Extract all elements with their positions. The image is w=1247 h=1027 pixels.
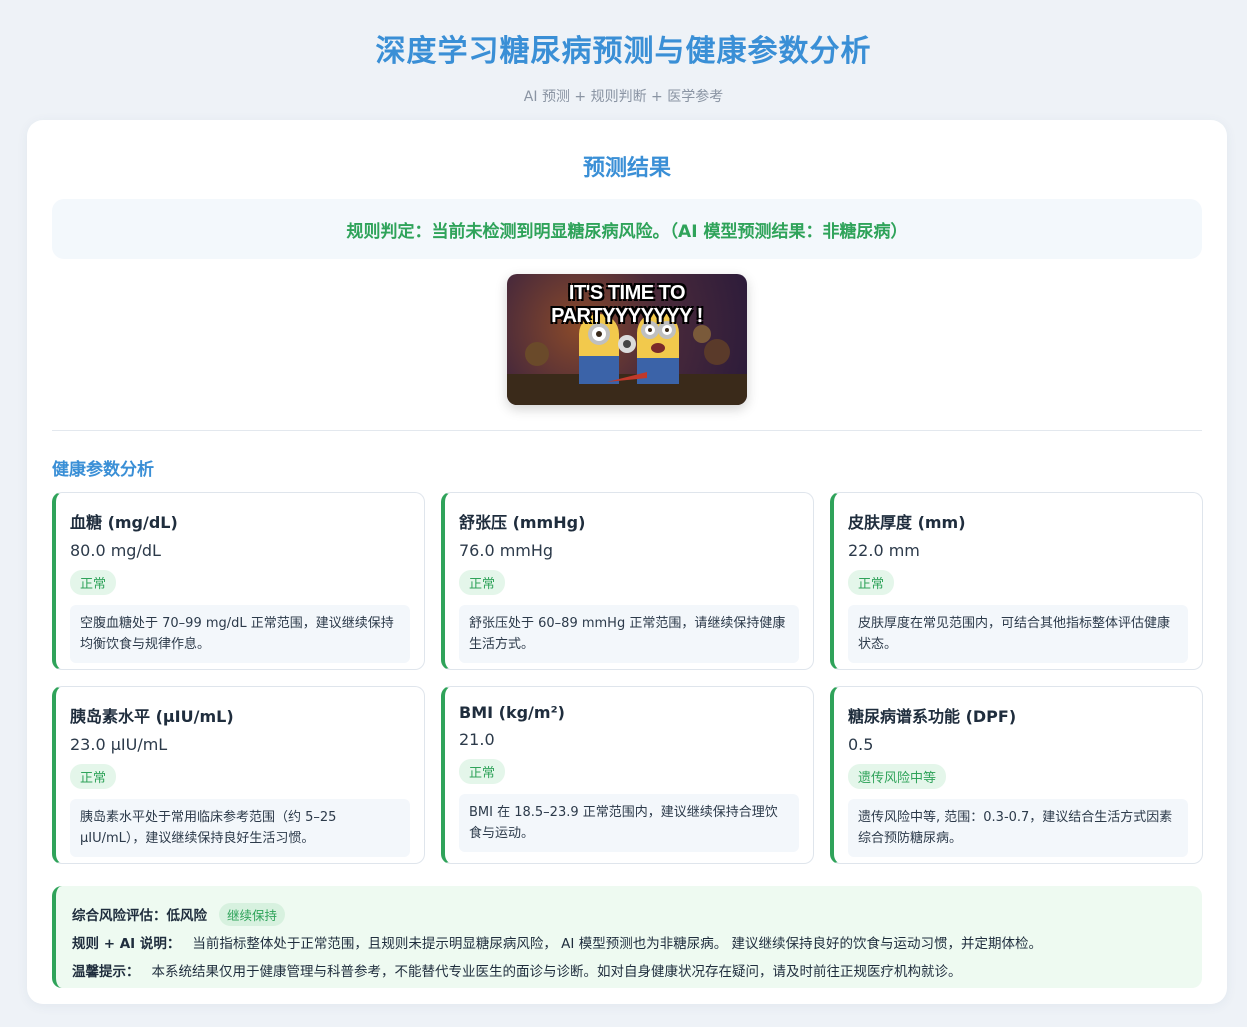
param-name: 胰岛素水平 (µIU/mL) (70, 707, 234, 726)
result-card: 预测结果 规则判定：当前未检测到明显糖尿病风险。（AI 模型预测结果：非糖尿病） (27, 120, 1227, 1004)
param-note: 胰岛素水平处于常用临床参考范围（约 5–25 µIU/mL），建议继续保持良好生… (70, 799, 410, 857)
party-meme-image: IT'S TIME TO PARTYYYYYYY ! (507, 274, 747, 405)
risk-badge: 继续保持 (219, 902, 286, 926)
param-name: 皮肤厚度 (mm) (848, 513, 966, 532)
param-name: 舒张压 (mmHg) (459, 513, 586, 532)
param-value: 23.0 µIU/mL (70, 735, 168, 754)
prediction-verdict: 规则判定：当前未检测到明显糖尿病风险。（AI 模型预测结果：非糖尿病） (52, 199, 1202, 259)
param-note: BMI 在 18.5–23.9 正常范围内，建议继续保持合理饮食与运动。 (459, 794, 799, 852)
param-note: 遗传风险中等, 范围：0.3-0.7，建议结合生活方式因素综合预防糖尿病。 (848, 799, 1188, 857)
tip-row: 温馨提示： 本系统结果仅用于健康管理与科普参考，不能替代专业医生的面诊与诊断。如… (72, 956, 1202, 984)
param-note: 舒张压处于 60–89 mmHg 正常范围，请继续保持健康生活方式。 (459, 605, 799, 663)
param-value: 0.5 (848, 735, 874, 754)
status-badge: 遗传风险中等 (848, 764, 947, 789)
status-badge: 正常 (459, 570, 506, 595)
status-badge: 正常 (70, 570, 117, 595)
param-card-dpf: 糖尿病谱系功能 (DPF) 0.5 遗传风险中等 遗传风险中等, 范围：0.3-… (830, 686, 1203, 864)
tip-label: 温馨提示： (72, 964, 140, 980)
page-header: 深度学习糖尿病预测与健康参数分析 AI 预测 + 规则判断 + 医学参考 (0, 0, 1247, 120)
meme-caption: IT'S TIME TO PARTYYYYYYY ! (551, 282, 703, 327)
risk-assessment-row: 综合风险评估： 低风险 继续保持 (72, 900, 1202, 928)
explanation-text: 当前指标整体处于正常范围，且规则未提示明显糖尿病风险， AI 模型预测也为非糖尿… (192, 936, 1042, 952)
param-card-skin-thickness: 皮肤厚度 (mm) 22.0 mm 正常 皮肤厚度在常见范围内，可结合其他指标整… (830, 492, 1203, 670)
explanation-row: 规则 + AI 说明： 当前指标整体处于正常范围，且规则未提示明显糖尿病风险， … (72, 928, 1202, 956)
param-name: 血糖 (mg/dL) (70, 513, 178, 532)
param-name: BMI (kg/m²) (459, 703, 565, 722)
param-card-diastolic: 舒张压 (mmHg) 76.0 mmHg 正常 舒张压处于 60–89 mmHg… (441, 492, 814, 670)
param-value: 80.0 mg/dL (70, 541, 161, 560)
param-card-glucose: 血糖 (mg/dL) 80.0 mg/dL 正常 空腹血糖处于 70–99 mg… (52, 492, 425, 670)
param-value: 22.0 mm (848, 541, 920, 560)
status-badge: 正常 (459, 759, 506, 784)
overall-risk-summary: 综合风险评估： 低风险 继续保持 规则 + AI 说明： 当前指标整体处于正常范… (52, 886, 1202, 988)
status-badge: 正常 (848, 570, 895, 595)
result-section-title: 预测结果 (582, 156, 671, 181)
page-title: 深度学习糖尿病预测与健康参数分析 (375, 34, 872, 69)
analysis-title: 健康参数分析 (52, 460, 154, 480)
status-badge: 正常 (70, 764, 117, 789)
param-note: 皮肤厚度在常见范围内，可结合其他指标整体评估健康状态。 (848, 605, 1188, 663)
parameter-grid: 血糖 (mg/dL) 80.0 mg/dL 正常 空腹血糖处于 70–99 mg… (52, 492, 1203, 864)
param-value: 76.0 mmHg (459, 541, 554, 560)
param-name: 糖尿病谱系功能 (DPF) (848, 707, 1017, 726)
param-value: 21.0 (459, 730, 495, 749)
param-card-bmi: BMI (kg/m²) 21.0 正常 BMI 在 18.5–23.9 正常范围… (441, 686, 814, 864)
risk-value: 低风险 (166, 908, 208, 924)
explanation-label: 规则 + AI 说明： (72, 936, 181, 952)
param-card-insulin: 胰岛素水平 (µIU/mL) 23.0 µIU/mL 正常 胰岛素水平处于常用临… (52, 686, 425, 864)
section-divider (52, 430, 1202, 431)
page-subtitle: AI 预测 + 规则判断 + 医学参考 (523, 89, 724, 105)
risk-label: 综合风险评估： (72, 908, 167, 924)
tip-text: 本系统结果仅用于健康管理与科普参考，不能替代专业医生的面诊与诊断。如对自身健康状… (151, 964, 962, 980)
param-note: 空腹血糖处于 70–99 mg/dL 正常范围，建议继续保持均衡饮食与规律作息。 (70, 605, 410, 663)
